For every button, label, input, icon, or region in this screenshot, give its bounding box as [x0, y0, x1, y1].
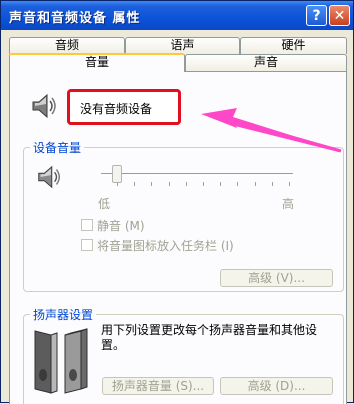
no-audio-device-status: 没有音频设备	[67, 89, 181, 125]
volume-high-label: 高	[282, 197, 295, 211]
tab-label: 语声	[170, 38, 195, 52]
volume-slider-tick	[254, 182, 256, 186]
help-button[interactable]: ?	[306, 5, 327, 26]
close-button[interactable]: ✕	[329, 5, 350, 26]
device-advanced-button[interactable]: 高级 (V)...	[220, 269, 333, 287]
tab-label: 硬件	[281, 38, 306, 52]
volume-slider-tick	[271, 182, 273, 186]
close-icon: ✕	[333, 7, 346, 24]
button-label: 扬声器音量 (S)...	[111, 379, 205, 393]
tab-label: 音频	[54, 38, 79, 52]
tab-hardware[interactable]: 硬件	[240, 37, 347, 54]
tab-volume[interactable]: 音量	[9, 53, 185, 72]
taskbar-icon-label: 将音量图标放入任务栏 (I)	[97, 239, 234, 253]
volume-slider-tick	[168, 182, 170, 186]
title-bar[interactable]: 声音和音频设备 属性 ? ✕	[1, 1, 353, 30]
speaker-settings-title: 扬声器设置	[30, 306, 97, 323]
mute-checkbox[interactable]	[81, 219, 93, 231]
speaker-settings-description: 用下列设置更改每个扬声器音量和其他设置。	[101, 323, 318, 352]
taskbar-icon-checkbox[interactable]	[81, 239, 93, 251]
button-label: 高级 (D)...	[247, 379, 306, 393]
speaker-icon	[38, 165, 60, 189]
volume-slider-tick	[185, 182, 187, 186]
volume-slider-thumb[interactable]	[111, 165, 122, 183]
properties-window: 声音和音频设备 属性 ? ✕ 音频 语声 硬件 音量 声音 没有音频设备 设备音…	[0, 0, 354, 404]
tab-sounds[interactable]: 声音	[185, 54, 347, 71]
volume-slider-tick	[151, 182, 153, 186]
volume-slider-track[interactable]	[101, 173, 293, 176]
volume-slider-tick	[117, 182, 118, 186]
mute-label: 静音 (M)	[97, 219, 145, 233]
volume-low-label: 低	[98, 197, 111, 211]
speaker-icon	[32, 93, 56, 119]
device-volume-title: 设备音量	[30, 139, 85, 156]
volume-slider-tick	[134, 182, 136, 186]
window-title: 声音和音频设备 属性	[9, 11, 141, 26]
tab-audio[interactable]: 音频	[9, 37, 125, 54]
help-icon: ?	[312, 7, 321, 24]
tab-label: 声音	[253, 55, 278, 69]
tab-label: 音量	[84, 55, 109, 69]
speaker-pair-icon	[34, 328, 88, 394]
volume-slider-tick	[203, 182, 204, 186]
speaker-volume-button[interactable]: 扬声器音量 (S)...	[102, 377, 214, 395]
button-label: 高级 (V)...	[248, 271, 305, 285]
volume-slider-tick	[289, 182, 290, 186]
speaker-advanced-button[interactable]: 高级 (D)...	[220, 377, 333, 395]
volume-slider-tick	[237, 182, 239, 186]
volume-slider-tick	[220, 182, 222, 186]
status-text: 没有音频设备	[80, 102, 153, 116]
tab-voice[interactable]: 语声	[125, 37, 240, 54]
